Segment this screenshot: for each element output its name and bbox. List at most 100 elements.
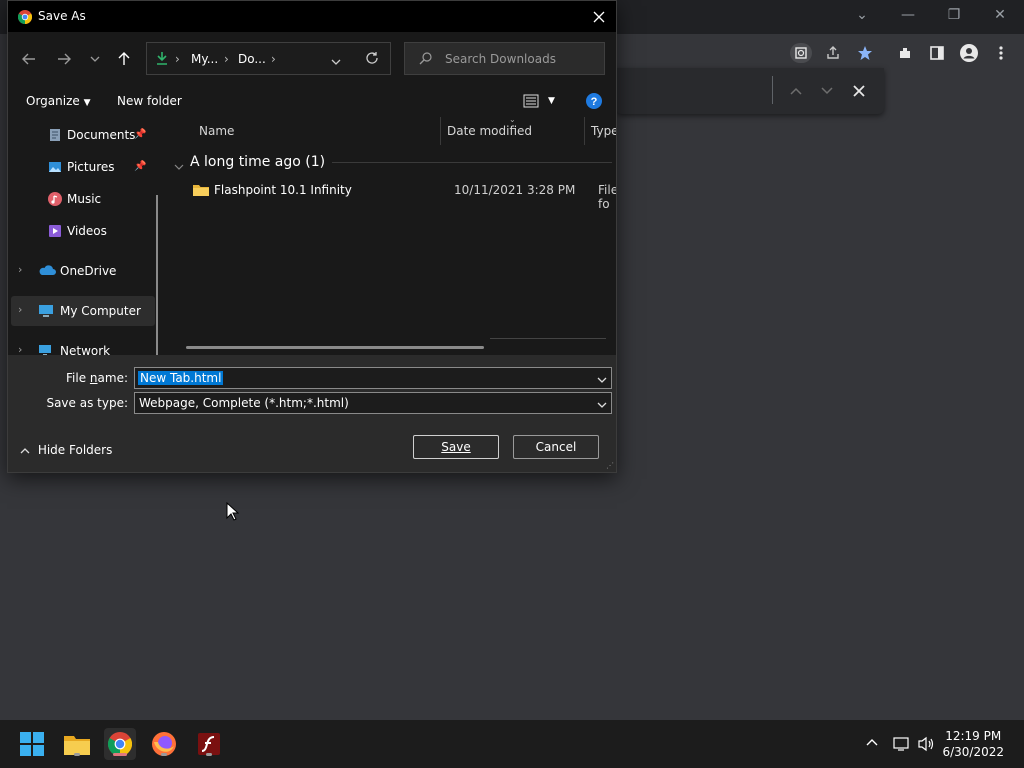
column-header-name[interactable]: Name xyxy=(199,124,234,138)
column-divider[interactable] xyxy=(584,117,585,145)
find-close-icon[interactable] xyxy=(848,80,870,102)
organize-button[interactable]: Organize ▼ xyxy=(26,94,91,108)
folder-icon xyxy=(193,183,209,199)
view-options-icon[interactable] xyxy=(523,94,539,111)
navigation-bar: › My... › Do... › Search Downloads xyxy=(8,32,616,86)
music-icon xyxy=(48,192,63,206)
address-history-chevron-icon[interactable] xyxy=(331,54,341,68)
dialog-title: Save As xyxy=(38,9,86,23)
pin-icon: 📌 xyxy=(134,129,147,140)
side-panel-icon[interactable] xyxy=(926,43,948,63)
file-name-dropdown-icon[interactable] xyxy=(597,372,607,386)
show-hidden-icons-chevron-icon[interactable] xyxy=(866,735,878,750)
sidebar-item-pictures[interactable]: Pictures 📌 xyxy=(8,152,158,182)
find-bar-divider xyxy=(772,76,773,104)
find-bar xyxy=(616,68,884,114)
firefox-icon[interactable] xyxy=(148,728,180,760)
profile-icon[interactable] xyxy=(958,43,980,63)
save-type-dropdown-icon[interactable] xyxy=(597,397,607,411)
file-explorer-icon[interactable] xyxy=(61,728,93,760)
group-header[interactable]: A long time ago (1) xyxy=(190,154,325,170)
file-name-field[interactable]: New Tab.html xyxy=(134,367,612,389)
network-status-icon[interactable] xyxy=(893,736,911,756)
horizontal-scrollbar[interactable] xyxy=(186,346,484,349)
minimize-icon[interactable]: — xyxy=(888,4,928,26)
breadcrumb-my-computer[interactable]: My... xyxy=(191,52,218,66)
sidebar-item-documents[interactable]: Documents 📌 xyxy=(8,120,158,150)
extensions-icon[interactable] xyxy=(894,43,916,63)
command-bar: Organize ▼ New folder ▼ ? xyxy=(8,86,616,117)
chrome-menu-icon[interactable] xyxy=(990,43,1012,63)
search-input[interactable]: Search Downloads xyxy=(445,52,556,66)
column-header-date-modified[interactable]: Date modified xyxy=(447,124,532,138)
hide-folders-button[interactable]: Hide Folders xyxy=(20,443,112,457)
navigation-pane: Documents 📌 Pictures 📌 Music Videos › On… xyxy=(8,117,166,355)
find-next-icon[interactable] xyxy=(816,80,838,102)
pin-icon: 📌 xyxy=(134,161,147,172)
chrome-taskbar-icon[interactable] xyxy=(104,728,136,760)
start-icon[interactable] xyxy=(16,728,48,760)
sidebar-item-label: Videos xyxy=(67,224,107,238)
column-divider[interactable] xyxy=(440,117,441,145)
sidebar-item-network[interactable]: › Network xyxy=(8,336,158,355)
window-close-icon[interactable]: ✕ xyxy=(980,4,1020,26)
file-date-modified: 10/11/2021 3:28 PM xyxy=(454,183,576,197)
file-name-label: File name: xyxy=(66,371,128,385)
dialog-close-icon[interactable] xyxy=(588,6,610,28)
save-type-label: Save as type: xyxy=(46,396,128,410)
breadcrumb-separator-icon: › xyxy=(271,52,276,66)
search-box[interactable]: Search Downloads xyxy=(404,42,605,75)
restore-icon[interactable]: ❐ xyxy=(934,4,974,26)
clock-time: 12:19 PM xyxy=(945,729,1002,743)
active-indicator xyxy=(113,753,127,756)
organize-dropdown-icon: ▼ xyxy=(83,98,91,108)
hide-folders-label: Hide Folders xyxy=(37,443,113,457)
refresh-icon[interactable] xyxy=(365,51,379,68)
up-arrow-icon[interactable] xyxy=(113,49,135,69)
flash-icon[interactable] xyxy=(193,728,225,760)
save-type-select[interactable]: Webpage, Complete (*.htm;*.html) xyxy=(134,392,612,414)
system-clock[interactable]: 12:19 PM 6/30/2022 xyxy=(942,728,1004,760)
new-folder-button[interactable]: New folder xyxy=(117,94,182,108)
taskbar: 12:19 PM 6/30/2022 xyxy=(0,720,1024,768)
help-icon[interactable]: ? xyxy=(586,93,602,112)
sidebar-item-my-computer[interactable]: › My Computer xyxy=(11,296,155,326)
organize-label: Organize xyxy=(26,94,80,108)
back-arrow-icon[interactable] xyxy=(18,49,40,69)
file-name: Flashpoint 10.1 Infinity xyxy=(214,183,352,197)
file-row[interactable]: Flashpoint 10.1 Infinity 10/11/2021 3:28… xyxy=(176,179,616,211)
recent-locations-chevron-icon[interactable] xyxy=(84,49,106,69)
cancel-button[interactable]: Cancel xyxy=(513,435,599,459)
computer-icon xyxy=(38,304,53,318)
expand-chevron-icon[interactable]: › xyxy=(18,303,22,316)
bookmark-star-icon[interactable] xyxy=(854,43,876,63)
column-header-type[interactable]: Type xyxy=(591,124,616,138)
address-bar[interactable]: › My... › Do... › xyxy=(146,42,391,75)
expand-chevron-icon[interactable]: › xyxy=(18,343,22,355)
view-dropdown-icon[interactable]: ▼ xyxy=(548,96,555,106)
share-icon[interactable] xyxy=(822,43,844,63)
volume-icon[interactable] xyxy=(918,736,936,756)
forward-arrow-icon[interactable] xyxy=(53,49,75,69)
sidebar-item-label: Music xyxy=(67,192,102,206)
save-button[interactable]: Save xyxy=(413,435,499,459)
find-previous-icon[interactable] xyxy=(785,80,807,102)
expand-chevron-icon[interactable]: › xyxy=(18,263,22,276)
sidebar-item-videos[interactable]: Videos xyxy=(8,216,158,246)
file-name-input[interactable]: New Tab.html xyxy=(138,371,224,385)
group-collapse-chevron-icon[interactable] xyxy=(174,155,184,174)
resize-grip-icon[interactable]: ⋰ xyxy=(606,461,614,470)
running-indicator xyxy=(161,753,167,756)
sidebar-scrollbar[interactable] xyxy=(156,195,158,355)
chrome-tab-search-icon[interactable]: ⌄ xyxy=(842,4,882,26)
save-options-panel: File name: New Tab.html Save as type: We… xyxy=(8,355,616,472)
scrollbar-track xyxy=(490,338,606,339)
breadcrumb-downloads[interactable]: Do... xyxy=(238,52,266,66)
running-indicator xyxy=(206,753,212,756)
sidebar-item-onedrive[interactable]: › OneDrive xyxy=(8,256,158,286)
lens-icon[interactable] xyxy=(790,43,812,63)
downloads-icon xyxy=(156,51,168,68)
running-indicator xyxy=(74,753,80,756)
sidebar-item-music[interactable]: Music xyxy=(8,184,158,214)
chrome-icon xyxy=(17,9,33,28)
